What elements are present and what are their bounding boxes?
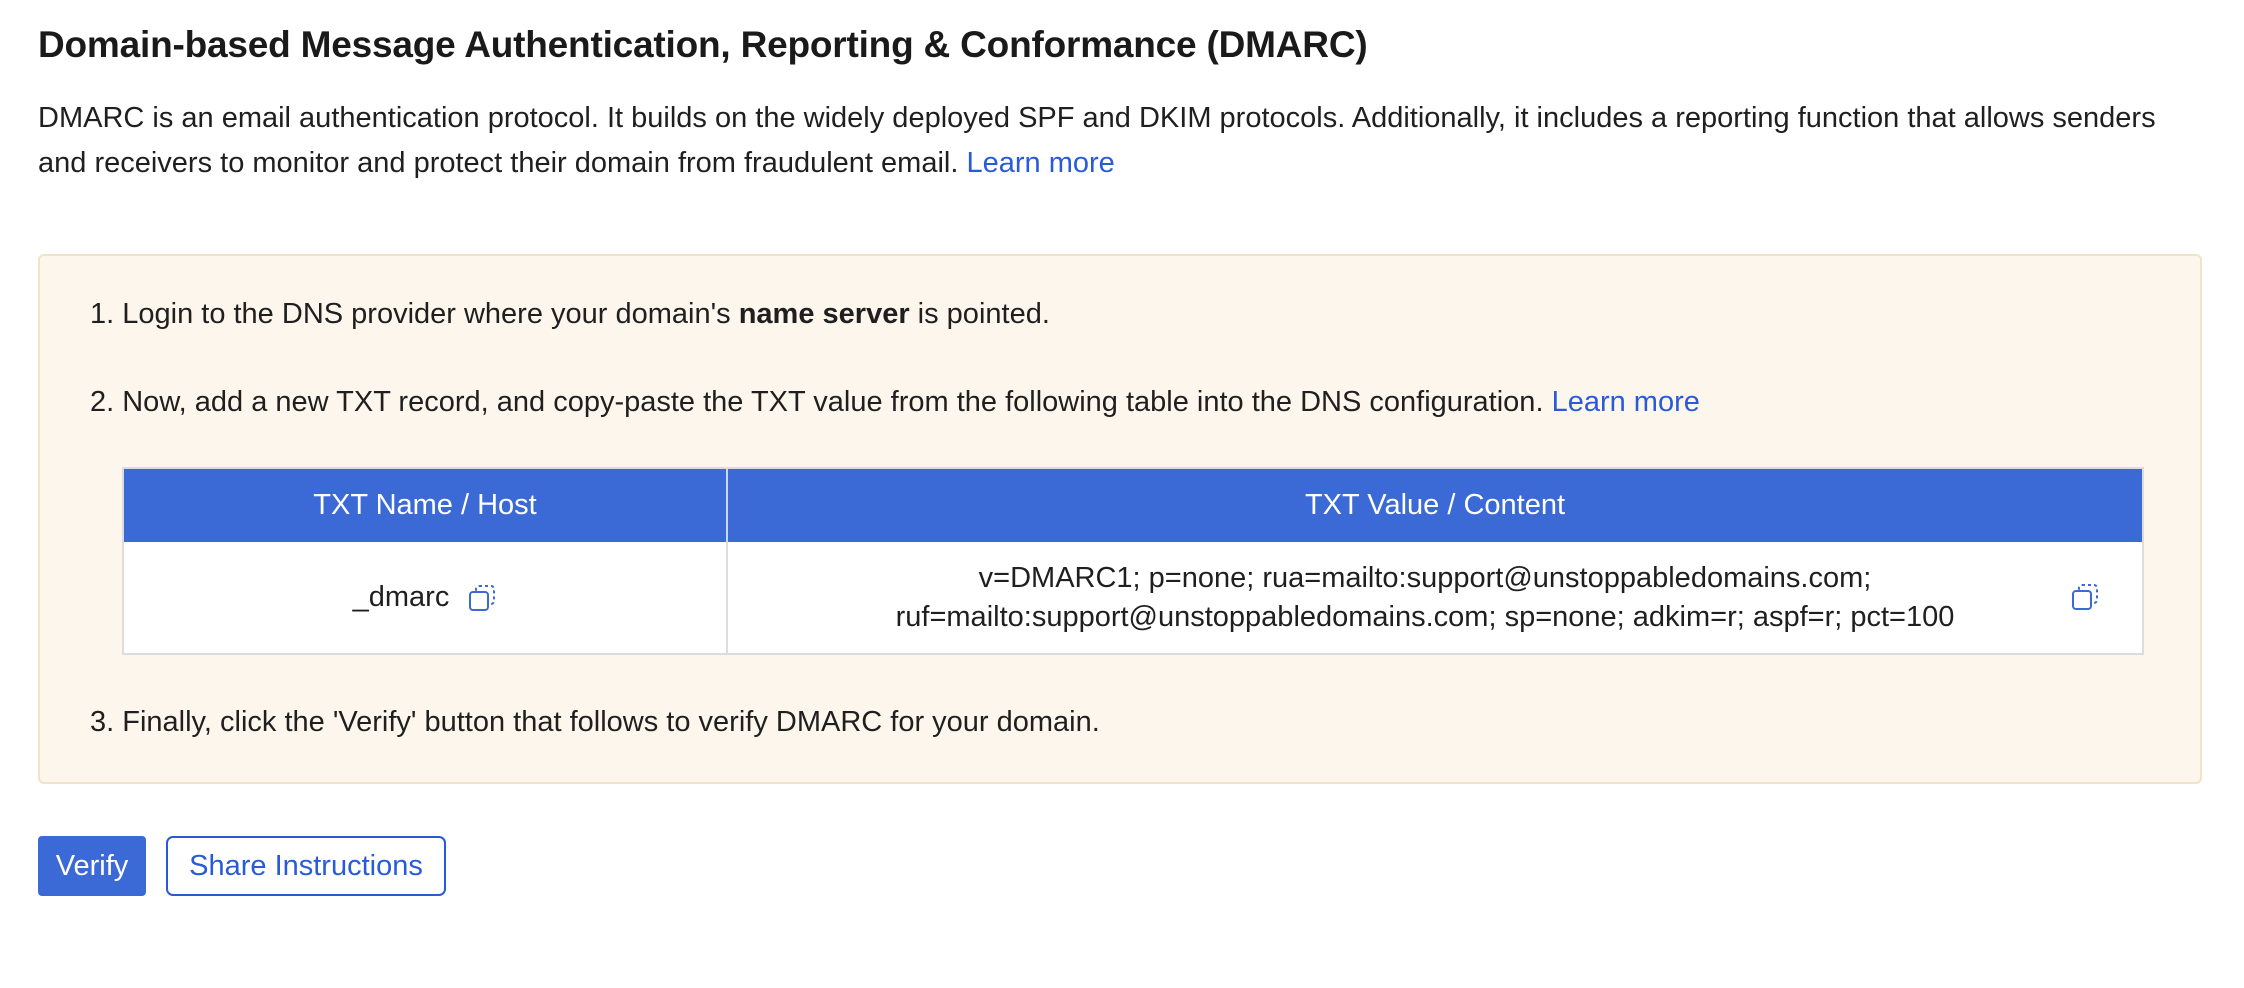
step-1-prefix: 1. Login to the DNS provider where your … (90, 298, 739, 330)
txt-value-text[interactable]: v=DMARC1; p=none; rua=mailto:support@uns… (825, 559, 2025, 637)
dns-record-table: TXT Name / Host TXT Value / Content _dma… (122, 467, 2144, 655)
page-description: DMARC is an email authentication protoco… (38, 96, 2206, 186)
copy-icon[interactable] (2070, 582, 2100, 612)
table-row: _dmarc v=DMARC1; p=none; rua=mailto:supp… (124, 542, 2142, 653)
learn-more-link[interactable]: Learn more (966, 147, 1114, 179)
txt-name-value[interactable]: _dmarc (353, 581, 450, 614)
step-2: 2. Now, add a new TXT record, and copy-p… (90, 386, 1700, 419)
table-header: TXT Name / Host TXT Value / Content (124, 469, 2142, 542)
copy-icon[interactable] (467, 583, 497, 613)
step-3: 3. Finally, click the 'Verify' button th… (90, 706, 1100, 738)
txt-name-cell: _dmarc (124, 542, 728, 653)
column-header-name: TXT Name / Host (124, 469, 728, 542)
step-1: 1. Login to the DNS provider where your … (90, 298, 1050, 331)
step-1-bold: name server (738, 298, 910, 330)
txt-value-line-2: ruf=mailto:support@unstoppabledomains.co… (895, 600, 1955, 633)
share-instructions-button[interactable]: Share Instructions (166, 836, 446, 896)
txt-value-line-1: v=DMARC1; p=none; rua=mailto:support@uns… (978, 561, 1872, 594)
page-title: Domain-based Message Authentication, Rep… (38, 24, 1368, 65)
step-2-text: 2. Now, add a new TXT record, and copy-p… (90, 386, 1544, 418)
verify-button[interactable]: Verify (38, 836, 146, 896)
txt-value-cell: v=DMARC1; p=none; rua=mailto:support@uns… (728, 542, 2142, 653)
column-header-value: TXT Value / Content (1304, 489, 1566, 521)
step-1-suffix: is pointed. (909, 298, 1050, 330)
instructions-panel: 1. Login to the DNS provider where your … (38, 254, 2202, 784)
step-2-learn-more-link[interactable]: Learn more (1552, 386, 1700, 418)
